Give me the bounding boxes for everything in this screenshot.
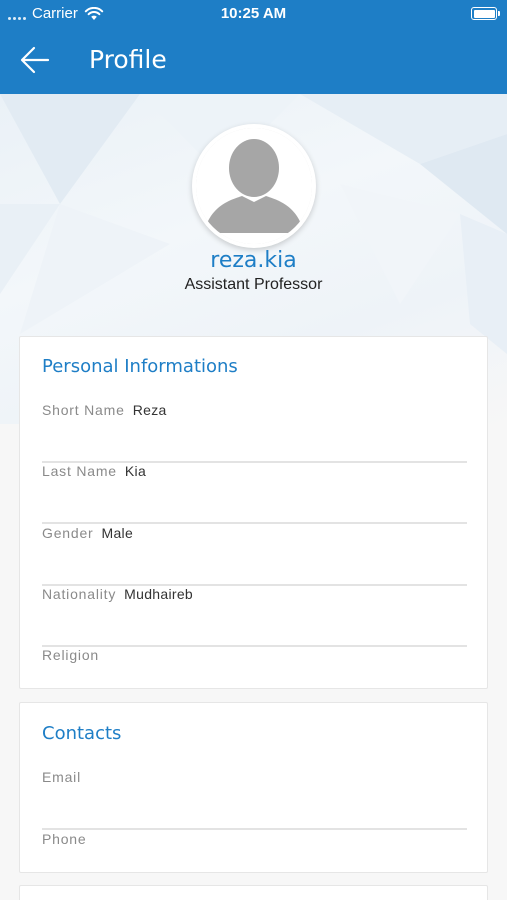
field-label: Email [42,769,82,785]
field-value: Male [101,525,134,541]
field-value: Reza [132,402,167,418]
field-value: Kia [124,463,147,479]
divider [42,522,467,524]
back-button[interactable] [18,44,52,76]
battery-icon [471,7,500,20]
arrow-left-icon [20,46,50,74]
status-bar: Carrier 10:25 AM [0,0,507,28]
field-label: Gender [42,525,94,541]
field-email: Email [42,769,467,830]
field-value: Mudhaireb [124,586,194,602]
profile-username: reza.kia [210,248,297,273]
field-label: Religion [42,647,99,663]
field-last-name: Last Name Kia [42,463,467,524]
field-gender: Gender Male [42,525,467,586]
divider [42,828,467,830]
field-religion: Religion [42,647,467,677]
field-phone: Phone [42,831,467,861]
avatar-image [196,128,312,244]
field-label: Nationality [42,586,117,602]
field-nationality: Nationality Mudhaireb [42,586,467,647]
field-label: Last Name [42,463,117,479]
profile-role: Assistant Professor [184,276,323,293]
user-silhouette-icon [196,128,312,244]
field-label: Short Name [42,402,125,418]
contacts-card: Contacts Email Phone [19,702,488,873]
app-header: Carrier 10:25 AM Profile [0,0,507,94]
contacts-title: Contacts [42,723,122,744]
avatar[interactable] [192,124,316,248]
field-short-name: Short Name Reza [42,402,467,463]
status-time: 10:25 AM [220,5,287,22]
next-card [19,885,488,900]
page-title: Profile [89,45,167,74]
field-label: Phone [42,831,87,847]
personal-info-title: Personal Informations [42,356,238,377]
personal-info-card: Personal Informations Short Name Reza Las… [19,336,488,689]
